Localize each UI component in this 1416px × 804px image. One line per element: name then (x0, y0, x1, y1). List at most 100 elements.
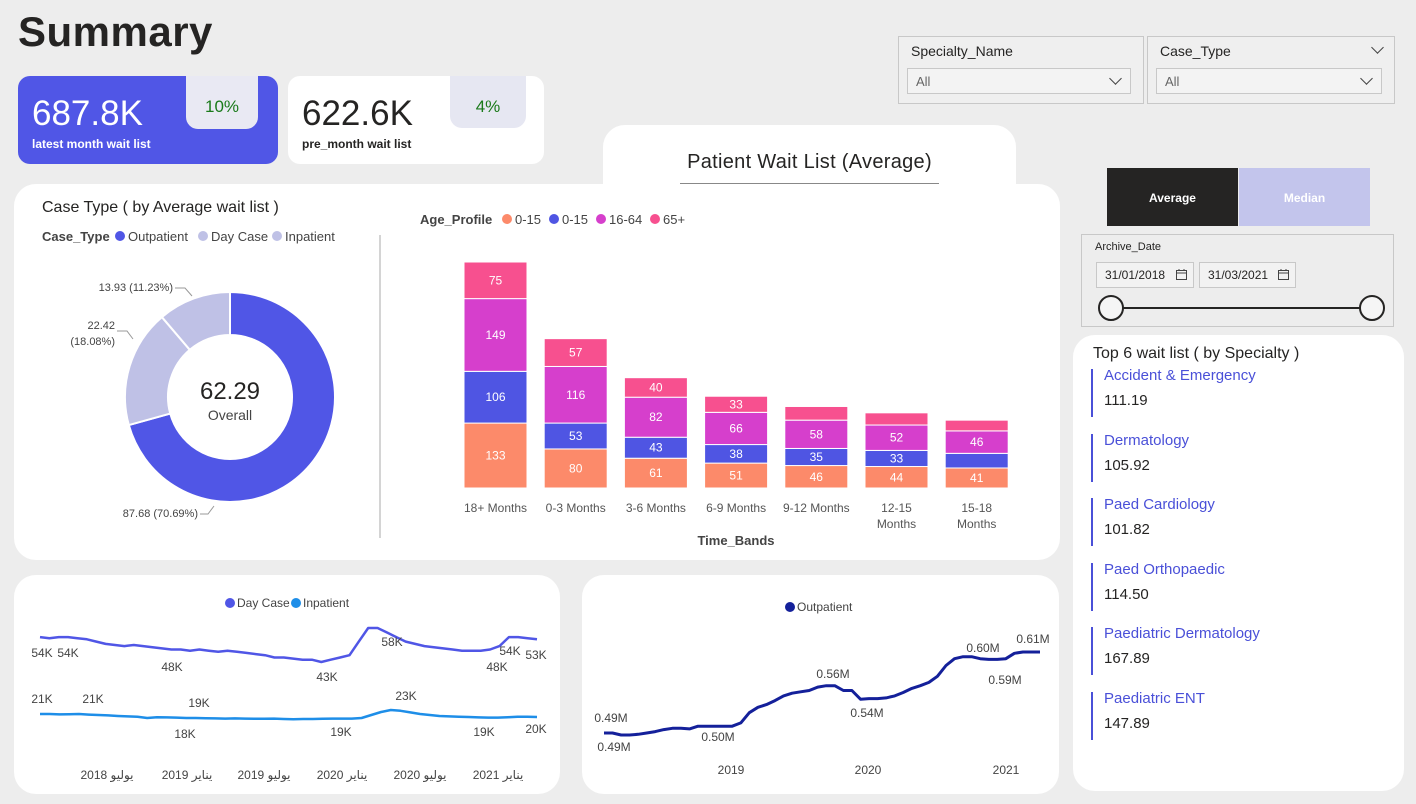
legend-marker (785, 602, 795, 612)
bar-data-label: 53 (569, 429, 583, 443)
x-tick-label: 2021 (993, 763, 1020, 777)
point-label: 48K (161, 660, 182, 674)
donut-center-label: Overall (208, 407, 252, 423)
donut-center-value: 62.29 (200, 378, 260, 405)
bar-segment (944, 419, 1009, 432)
legend-marker (291, 598, 301, 608)
bar-segment (864, 412, 929, 426)
bar-data-label: 40 (649, 380, 663, 394)
x-tick-label: 18+ Months (464, 501, 527, 515)
bar-segment (784, 405, 849, 421)
bar-data-label: 66 (729, 421, 743, 435)
point-label: 0.59M (988, 673, 1021, 687)
legend-label: 0-15 (562, 212, 588, 227)
bar-data-label: 75 (489, 273, 503, 287)
bar-data-label: 33 (890, 451, 904, 465)
donut-chart-title: Case Type ( by Average wait list ) (42, 199, 279, 216)
point-label: 0.49M (594, 711, 627, 725)
bar-data-label: 52 (890, 431, 904, 445)
slice-data-label: 87.68 (70.69%) (123, 508, 198, 520)
point-label: 21K (31, 692, 52, 706)
x-tick-label: يناير 2021 (473, 768, 524, 783)
point-label: 48K (486, 660, 507, 674)
x-tick-label: 12-15 (881, 501, 912, 515)
point-label: 0.49M (597, 740, 630, 754)
point-label: 43K (316, 670, 337, 684)
series-line (39, 626, 538, 664)
point-label: 0.56M (816, 667, 849, 681)
bar-data-label: 44 (890, 470, 904, 484)
bar-data-label: 80 (569, 461, 583, 475)
leader-line (200, 505, 215, 515)
x-tick-label: 2019 (718, 763, 745, 777)
bar-data-label: 58 (810, 427, 824, 441)
point-label: 0.61M (1016, 632, 1049, 646)
series-line (40, 708, 538, 721)
point-label: 19K (188, 696, 209, 710)
legend-label: Day Case (237, 596, 290, 610)
point-label: 0.54M (850, 706, 883, 720)
legend-label: Inpatient (285, 229, 335, 244)
point-label: 0.60M (966, 641, 999, 655)
bar-data-label: 133 (485, 449, 505, 463)
bar-data-label: 106 (485, 390, 505, 404)
x-tick-label: 2020 (855, 763, 882, 777)
legend-marker (650, 214, 660, 224)
x-tick-label: 15-18 (961, 501, 992, 515)
bar-data-label: 41 (970, 471, 984, 485)
point-label: 23K (395, 689, 416, 703)
bar-data-label: 43 (649, 441, 663, 455)
legend-label: Outpatient (128, 229, 188, 244)
legend-label: Outpatient (797, 600, 853, 614)
legend-label: Day Case (211, 229, 268, 244)
x-tick-label: يناير 2019 (162, 768, 213, 783)
legend-label: 16-64 (609, 212, 642, 227)
bar-data-label: 46 (970, 435, 984, 449)
legend-label: 65+ (663, 212, 685, 227)
x-tick-label: يوليو 2018 (80, 768, 133, 783)
legend-marker (502, 214, 512, 224)
bar-data-label: 46 (810, 470, 824, 484)
bar-data-label: 116 (566, 388, 585, 402)
x-tick-label: Months (957, 517, 996, 531)
bar-data-label: 35 (810, 450, 824, 464)
point-label: 0.50M (701, 730, 734, 744)
slice-data-label: 22.42 (87, 320, 115, 332)
x-tick-label: يوليو 2020 (393, 768, 446, 783)
slice-data-label: 13.93 (11.23%) (99, 282, 173, 294)
legend-title: Age_Profile (420, 212, 492, 227)
x-tick-label: 0-3 Months (546, 501, 606, 515)
x-tick-label: يناير 2020 (317, 768, 368, 783)
legend-marker (225, 598, 235, 608)
bar-data-label: 38 (729, 447, 743, 461)
legend-marker (198, 231, 208, 241)
point-label: 53K (525, 648, 546, 662)
point-label: 54K (499, 644, 520, 658)
leader-line (175, 287, 193, 297)
point-label: 54K (31, 646, 52, 660)
x-tick-label: Months (877, 517, 916, 531)
legend-title: Case_Type (42, 229, 110, 244)
legend-marker (272, 231, 282, 241)
legend-label: Inpatient (303, 596, 350, 610)
legend-label: 0-15 (515, 212, 541, 227)
bar-data-label: 33 (729, 397, 743, 411)
point-label: 21K (82, 692, 103, 706)
bar-segment (944, 452, 1009, 469)
point-label: 18K (174, 727, 195, 741)
series-line (604, 650, 1040, 737)
bar-data-label: 149 (485, 328, 505, 342)
point-label: 19K (330, 725, 351, 739)
x-tick-label: 9-12 Months (783, 501, 850, 515)
point-label: 20K (525, 722, 546, 736)
legend-marker (549, 214, 559, 224)
x-tick-label: يوليو 2019 (237, 768, 290, 783)
slice-data-label: (18.08%) (70, 336, 115, 348)
bar-data-label: 51 (729, 469, 743, 483)
x-tick-label: 3-6 Months (626, 501, 686, 515)
x-tick-label: 6-9 Months (706, 501, 766, 515)
bar-data-label: 82 (649, 410, 663, 424)
leader-line (117, 330, 134, 340)
point-label: 19K (473, 725, 494, 739)
legend-marker (115, 231, 125, 241)
